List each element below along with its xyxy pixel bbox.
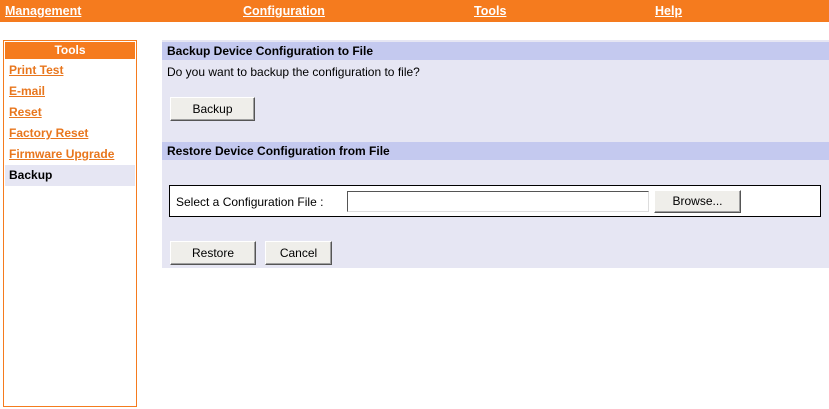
nav-tools[interactable]: Tools: [474, 4, 506, 18]
browse-button[interactable]: Browse...: [654, 190, 741, 213]
sidebar-title: Tools: [5, 42, 135, 59]
nav-help[interactable]: Help: [655, 4, 682, 18]
sidebar-item-email[interactable]: E-mail: [4, 81, 136, 102]
file-select-label: Select a Configuration File :: [176, 195, 324, 209]
sidebar-item-backup[interactable]: Backup: [5, 165, 135, 186]
main-panel: Backup Device Configuration to File Do y…: [162, 40, 829, 268]
sidebar-item-print-test[interactable]: Print Test: [4, 60, 136, 81]
nav-management[interactable]: Management: [5, 4, 81, 18]
sidebar-item-factory-reset[interactable]: Factory Reset: [4, 123, 136, 144]
backup-button[interactable]: Backup: [170, 97, 255, 121]
cancel-button[interactable]: Cancel: [265, 241, 332, 265]
restore-section-title: Restore Device Configuration from File: [162, 142, 829, 160]
file-path-input[interactable]: [347, 191, 649, 212]
file-select-row: Select a Configuration File : Browse...: [169, 185, 821, 217]
nav-configuration[interactable]: Configuration: [243, 4, 325, 18]
top-navigation-bar: Management Configuration Tools Help: [0, 0, 829, 22]
sidebar: Tools Print Test E-mail Reset Factory Re…: [3, 40, 137, 407]
sidebar-item-firmware-upgrade[interactable]: Firmware Upgrade: [4, 144, 136, 165]
backup-question: Do you want to backup the configuration …: [167, 65, 420, 79]
sidebar-item-reset[interactable]: Reset: [4, 102, 136, 123]
backup-section-title: Backup Device Configuration to File: [162, 42, 829, 60]
restore-button[interactable]: Restore: [170, 241, 256, 265]
